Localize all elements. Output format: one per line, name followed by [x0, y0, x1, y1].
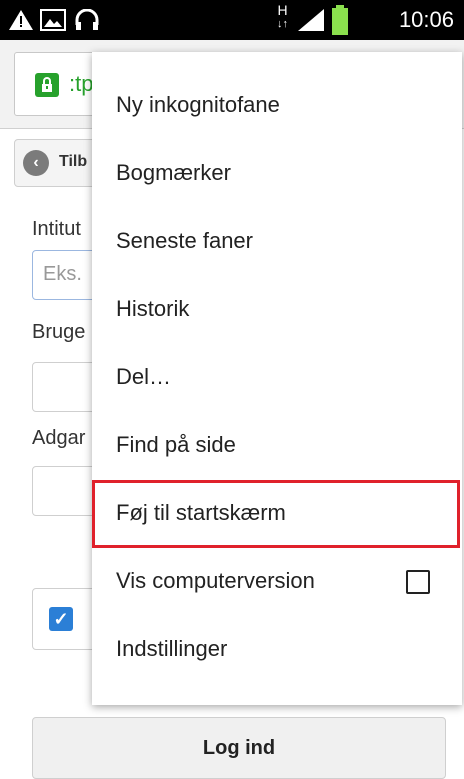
menu-item-label: Vis computerversion — [116, 568, 315, 593]
image-icon — [40, 9, 66, 31]
username-label: Bruge — [32, 321, 86, 343]
headset-icon — [75, 9, 99, 30]
checkbox-checked-icon[interactable]: ✓ — [49, 607, 73, 631]
menu-item-label: Bogmærker — [116, 160, 231, 185]
menu-item-share[interactable]: Del… — [92, 344, 462, 412]
clock: 10:06 — [398, 7, 454, 32]
highlight-box — [92, 480, 460, 548]
signal-icon — [298, 9, 324, 31]
menu-item-settings[interactable]: Indstillinger — [92, 616, 462, 684]
url-text: :tp — [69, 71, 94, 96]
network-type-icon: H ↓↑ — [277, 2, 288, 30]
checkbox-unchecked-icon[interactable] — [406, 570, 430, 594]
menu-item-recent-tabs[interactable]: Seneste faner — [92, 208, 462, 276]
menu-item-label: Del… — [116, 364, 172, 389]
institution-label: Intitut — [32, 218, 81, 240]
lock-icon — [35, 73, 59, 97]
menu-item-label: Seneste faner — [116, 228, 253, 253]
battery-icon — [332, 5, 348, 35]
menu-item-label: Find på side — [116, 432, 236, 457]
back-label: Tilb — [59, 153, 88, 170]
status-bar: H ↓↑ 10:06 — [0, 0, 464, 40]
overflow-menu: Ny inkognitofane Bogmærker Seneste faner… — [92, 52, 462, 705]
menu-item-desktop-version[interactable]: Vis computerversion — [92, 548, 462, 616]
institution-placeholder: Eks. — [43, 263, 82, 285]
menu-item-incognito-tab[interactable]: Ny inkognitofane — [92, 72, 462, 140]
menu-item-find-in-page[interactable]: Find på side — [92, 412, 462, 480]
warning-icon — [9, 10, 33, 30]
menu-item-label: Indstillinger — [116, 636, 228, 661]
menu-item-label: Historik — [116, 296, 190, 321]
menu-item-label: Ny inkognitofane — [116, 92, 280, 117]
chevron-left-icon: ‹ — [23, 150, 49, 176]
password-label: Adgar — [32, 427, 86, 449]
menu-item-bookmarks[interactable]: Bogmærker — [92, 140, 462, 208]
menu-item-history[interactable]: Historik — [92, 276, 462, 344]
